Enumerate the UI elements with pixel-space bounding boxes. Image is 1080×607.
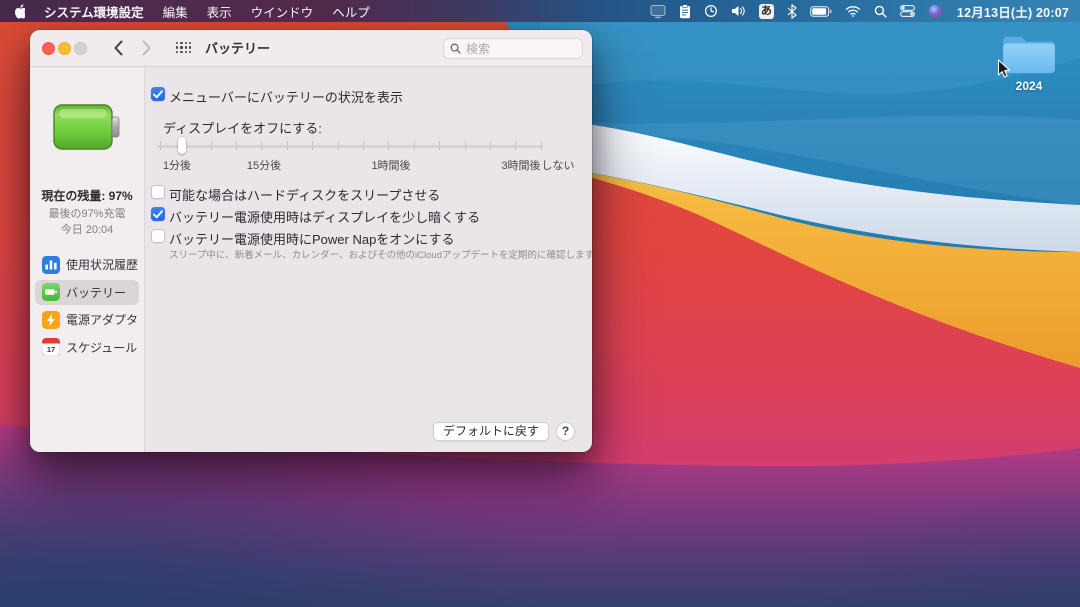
folder-label: 2024 xyxy=(996,79,1062,93)
sidebar-list: 使用状況履歴 バッテリー xyxy=(35,252,139,360)
close-button[interactable] xyxy=(42,42,55,55)
sidebar-item-power-adapter[interactable]: 電源アダプタ xyxy=(35,307,139,332)
search-icon xyxy=(450,43,461,54)
control-center-icon[interactable] xyxy=(900,5,915,17)
power-nap-note: スリープ中に、新着メール、カレンダー、およびその他のiCloudアップデートを定… xyxy=(169,247,592,261)
last-charge-time: 今日 20:04 xyxy=(30,221,144,237)
desktop-screen: システム環境設定 編集 表示 ウインドウ ヘルプ xyxy=(0,0,1080,607)
clock-icon[interactable] xyxy=(704,4,718,18)
menu-view[interactable]: 表示 xyxy=(207,2,232,21)
spotlight-icon[interactable] xyxy=(874,5,887,18)
power-nap-label: バッテリー電源使用時にPower Napをオンにする xyxy=(169,229,454,248)
menu-bar: システム環境設定 編集 表示 ウインドウ ヘルプ xyxy=(0,0,1080,22)
svg-text:17: 17 xyxy=(47,345,55,354)
minimize-button[interactable] xyxy=(58,42,71,55)
menu-window[interactable]: ウインドウ xyxy=(251,2,314,21)
bluetooth-icon[interactable] xyxy=(787,4,797,19)
tick-label-1hour: 1時間後 xyxy=(371,157,410,173)
checkbox-show-in-menubar[interactable] xyxy=(151,87,165,101)
tick-label-never: しない xyxy=(542,157,575,173)
back-button[interactable] xyxy=(113,39,124,57)
window-title: バッテリー xyxy=(205,30,270,67)
clipboard-icon[interactable] xyxy=(679,4,691,19)
zoom-button[interactable] xyxy=(74,42,87,55)
forward-button[interactable] xyxy=(141,39,152,57)
search-placeholder: 検索 xyxy=(466,40,490,57)
show-in-menubar-label: メニューバーにバッテリーの状況を表示 xyxy=(169,87,403,106)
window-toolbar: バッテリー 検索 xyxy=(30,30,592,67)
wifi-icon[interactable] xyxy=(845,5,861,17)
battery-illustration xyxy=(52,102,122,152)
slider-thumb[interactable] xyxy=(178,137,186,154)
sidebar-item-schedule[interactable]: 17 スケジュール xyxy=(35,335,139,360)
screen-mirroring-icon[interactable] xyxy=(650,4,666,19)
current-charge-text: 現在の残量: 97% xyxy=(30,187,144,204)
input-source-icon[interactable]: あ xyxy=(759,4,774,19)
battery-icon xyxy=(42,283,60,301)
sidebar-item-battery[interactable]: バッテリー xyxy=(35,280,139,305)
mouse-cursor xyxy=(997,59,1011,79)
hard-disk-sleep-label: 可能な場合はハードディスクをスリープさせる xyxy=(169,185,440,204)
power-adapter-icon xyxy=(42,311,60,329)
last-charge-text: 最後の97%充電 xyxy=(30,205,144,221)
app-menu[interactable]: システム環境設定 xyxy=(44,2,144,21)
apple-menu-icon[interactable] xyxy=(12,4,25,19)
help-button[interactable]: ? xyxy=(556,422,575,441)
search-input[interactable]: 検索 xyxy=(443,38,583,59)
usage-history-icon xyxy=(42,256,60,274)
display-off-label: ディスプレイをオフにする: xyxy=(163,118,322,137)
display-off-slider[interactable] xyxy=(157,145,543,148)
tick-label-1min: 1分後 xyxy=(163,157,191,173)
sidebar: 現在の残量: 97% 最後の97%充電 今日 20:04 使用状況履歴 xyxy=(30,67,145,452)
volume-icon[interactable] xyxy=(731,5,746,17)
tick-label-15min: 15分後 xyxy=(247,157,281,173)
schedule-icon: 17 xyxy=(42,338,60,356)
battery-pane: メニューバーにバッテリーの状況を表示 ディスプレイをオフにする: 1分後 15分… xyxy=(146,67,592,452)
show-all-grid-icon[interactable] xyxy=(176,42,191,53)
dim-display-label: バッテリー電源使用時はディスプレイを少し暗くする xyxy=(169,207,480,226)
siri-icon[interactable] xyxy=(928,4,942,18)
sidebar-item-usage-history[interactable]: 使用状況履歴 xyxy=(35,252,139,277)
menubar-clock[interactable]: 12月13日(土) 20:07 xyxy=(957,2,1069,21)
system-preferences-window: バッテリー 検索 xyxy=(30,30,592,452)
restore-defaults-button[interactable]: デフォルトに戻す xyxy=(433,422,549,441)
tick-label-3hours: 3時間後 xyxy=(501,157,540,173)
menu-help[interactable]: ヘルプ xyxy=(332,2,370,21)
menu-edit[interactable]: 編集 xyxy=(163,2,188,21)
checkbox-dim-display[interactable] xyxy=(151,207,165,221)
battery-icon[interactable] xyxy=(810,6,832,17)
checkbox-power-nap[interactable] xyxy=(151,229,165,243)
checkbox-hard-disk-sleep[interactable] xyxy=(151,185,165,199)
